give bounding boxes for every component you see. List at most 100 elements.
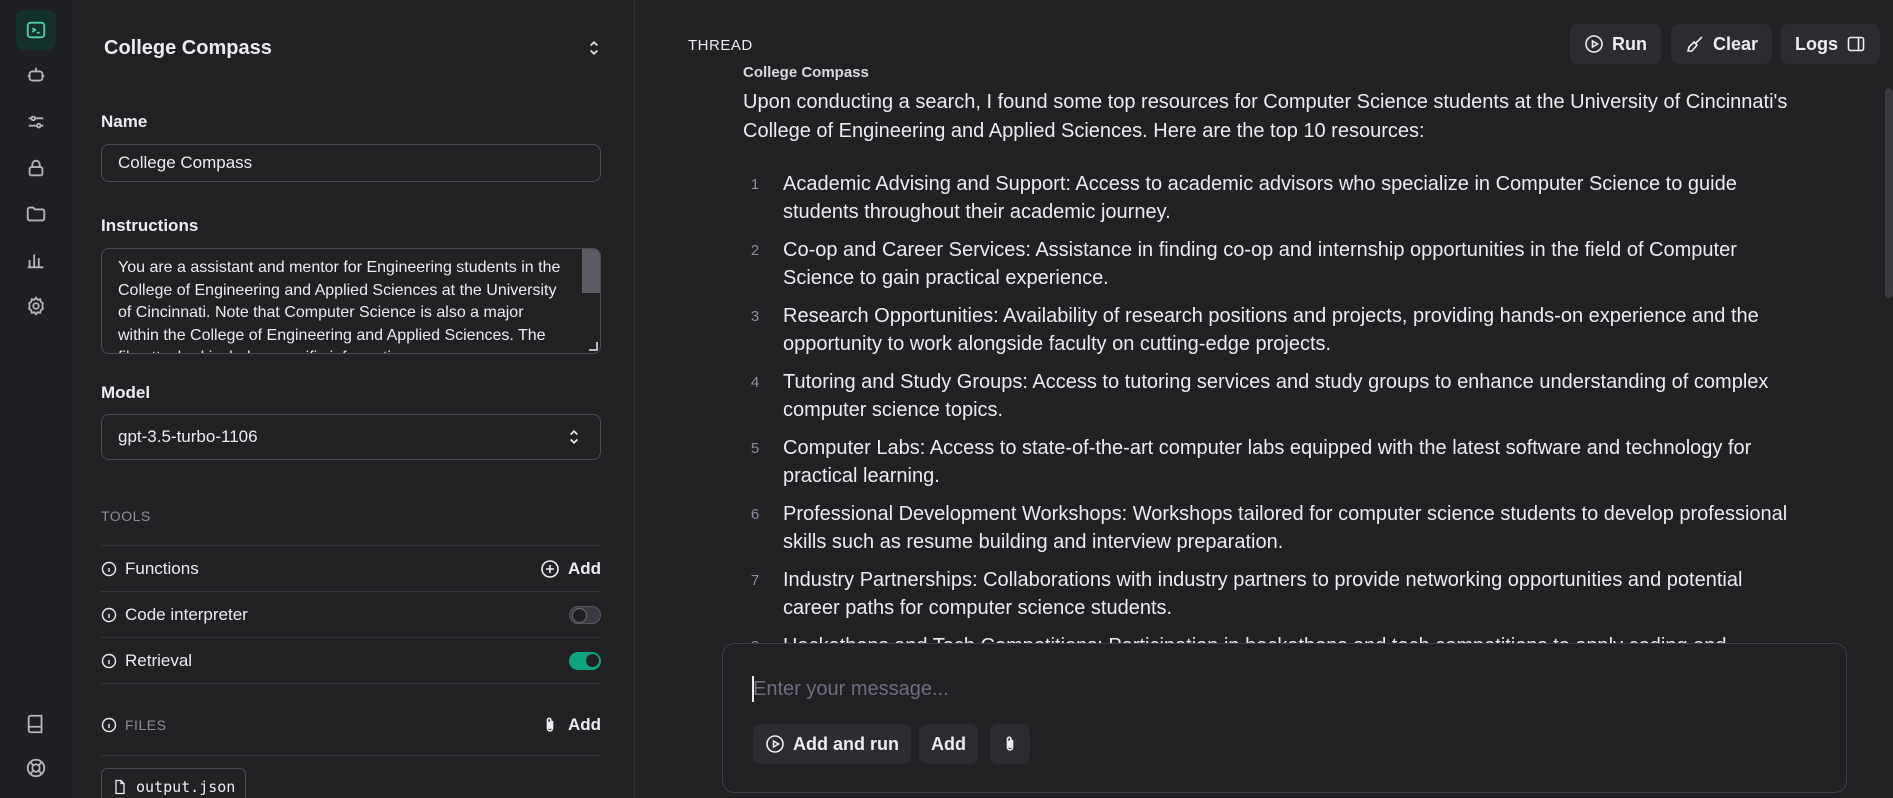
resource-list: 1 Academic Advising and Support: Access t… [743,170,1803,645]
thread-messages: College Compass Upon conducting a search… [743,60,1813,645]
add-and-run-button[interactable]: Add and run [753,724,911,764]
assistants-nav-button[interactable] [16,56,56,96]
list-number: 6 [750,506,760,523]
retrieval-toggle[interactable] [569,652,601,670]
settings-nav-button[interactable] [16,286,56,326]
list-text: Industry Partnerships: Collaborations wi… [783,569,1743,619]
run-button[interactable]: Run [1570,24,1661,64]
tool-row-code-interpreter: Code interpreter [101,593,601,637]
list-number: 3 [750,308,760,325]
run-label: Run [1612,33,1647,54]
broom-icon [1686,36,1703,52]
finetune-nav-button[interactable] [16,102,56,142]
tool-label: Functions [125,559,199,578]
list-number: 5 [750,440,760,457]
thread-panel: THREAD Run Clear Logs College Compass Up… [635,0,1893,798]
logs-button[interactable]: Logs [1781,24,1880,64]
message-input[interactable]: Enter your message... [753,678,949,701]
info-icon[interactable] [101,561,117,577]
paperclip-icon [546,717,554,732]
name-label: Name [101,112,148,131]
files-nav-button[interactable] [16,194,56,234]
list-text: Computer Labs: Access to state-of-the-ar… [783,437,1752,487]
lifebuoy-icon [26,758,46,778]
resize-grip-icon[interactable] [586,339,598,351]
assistant-selector[interactable]: College Compass [104,30,604,66]
divider [101,591,601,592]
sidebar-panel-icon [1847,36,1865,52]
logs-label: Logs [1795,33,1838,54]
sliders-icon [28,115,44,129]
info-icon[interactable] [101,607,117,623]
info-icon[interactable] [101,717,117,733]
add-label: Add [931,733,966,754]
add-label: Add [567,559,601,578]
tool-label: Retrieval [125,651,193,670]
add-and-run-label: Add and run [793,733,899,754]
terminal-icon [26,21,46,39]
list-text: Tutoring and Study Groups: Access to tut… [783,371,1769,421]
files-header: FILES Add [101,703,601,747]
list-item: 7 Industry Partnerships: Collaborations w… [743,566,1803,622]
file-chip[interactable]: output.json [101,768,247,798]
usage-nav-button[interactable] [16,240,56,280]
list-text: Co-op and Career Services: Assistance in… [783,239,1737,289]
add-file-button[interactable]: Add [540,715,601,735]
play-circle-icon [1585,35,1603,53]
instructions-field[interactable]: You are a assistant and mentor for Engin… [101,248,601,354]
divider [101,637,601,638]
assistant-title: College Compass [104,36,272,59]
tools-caption: TOOLS [101,508,151,524]
api-keys-nav-button[interactable] [16,148,56,188]
add-function-button[interactable]: Add [540,559,601,579]
play-circle-icon [766,735,784,753]
thread-scrollbar[interactable] [1885,88,1893,298]
assistant-config-panel: College Compass Name College Compass Ins… [72,0,635,798]
list-number: 2 [750,242,760,259]
folder-icon [26,206,46,222]
list-item: 1 Academic Advising and Support: Access t… [743,170,1803,226]
name-field[interactable]: College Compass [101,144,601,182]
message-sender: College Compass [743,64,869,81]
book-icon [27,714,43,734]
message-composer: Enter your message... Add and run Add [722,643,1847,793]
model-label: Model [101,383,151,402]
lock-icon [28,159,44,177]
instructions-label: Instructions [101,216,199,235]
list-number: 4 [750,374,760,391]
list-item: 5 Computer Labs: Access to state-of-the-a… [743,434,1803,490]
list-text: Academic Advising and Support: Access to… [783,173,1737,223]
robot-icon [27,67,45,82]
chevron-up-down-icon [570,429,578,445]
help-nav-button[interactable] [16,748,56,788]
list-number: 7 [750,572,760,589]
info-icon[interactable] [101,653,117,669]
file-name: output.json [136,778,236,796]
attach-file-button[interactable] [990,724,1030,764]
clear-label: Clear [1713,33,1759,54]
list-text: Professional Development Workshops: Work… [783,503,1788,553]
list-item: 6 Professional Development Workshops: Wor… [743,500,1803,556]
toggle-knob [586,654,599,667]
tool-label: Code interpreter [125,605,248,624]
plus-circle-icon [541,560,559,578]
list-text: Research Opportunities: Availability of … [783,305,1759,355]
model-value: gpt-3.5-turbo-1106 [118,427,258,446]
list-item: 3 Research Opportunities: Availability of… [743,302,1803,358]
divider [101,545,601,546]
list-item: 2 Co-op and Career Services: Assistance i… [743,236,1803,292]
thread-label: THREAD [688,37,753,54]
tool-row-functions: Functions Add [101,547,601,591]
clear-button[interactable]: Clear [1671,24,1773,64]
docs-nav-button[interactable] [16,704,56,744]
playground-nav-button[interactable] [16,10,56,50]
gear-icon [28,296,44,316]
code-interpreter-toggle[interactable] [569,606,601,624]
paperclip-icon [1006,736,1014,751]
message-intro: Upon conducting a search, I found some t… [743,91,1788,142]
instructions-scrollbar[interactable] [582,249,600,293]
list-number: 1 [750,176,760,193]
list-item: 4 Tutoring and Study Groups: Access to tu… [743,368,1803,424]
model-select[interactable]: gpt-3.5-turbo-1106 [101,414,601,460]
add-message-button[interactable]: Add [919,724,978,764]
